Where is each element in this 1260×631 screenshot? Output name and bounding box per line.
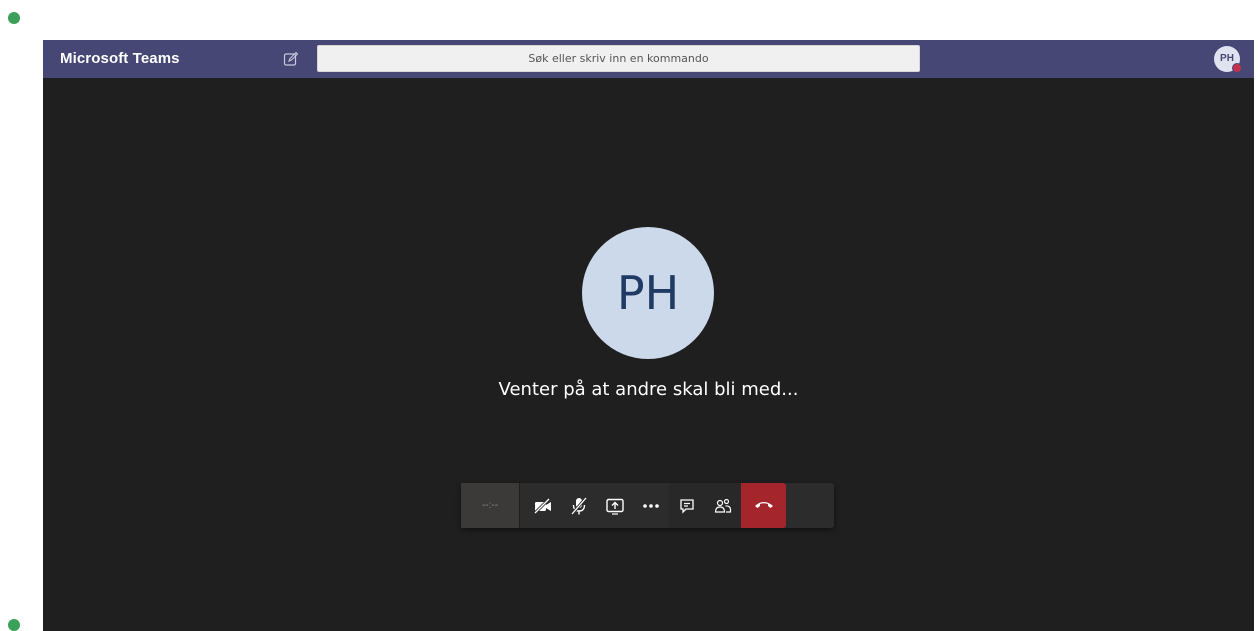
- call-timer: --:--: [461, 483, 520, 528]
- teams-window: Microsoft Teams Søk eller skriv inn en k…: [43, 40, 1254, 631]
- camera-off-icon: [533, 497, 553, 515]
- presence-badge: [1232, 63, 1242, 73]
- participants-button[interactable]: [705, 483, 741, 528]
- participants-icon: [713, 497, 733, 515]
- hang-up-button[interactable]: [741, 483, 786, 528]
- mute-button[interactable]: [561, 483, 597, 528]
- chat-icon: [678, 497, 696, 515]
- call-control-bar: --:--: [461, 483, 834, 528]
- title-bar: Microsoft Teams Søk eller skriv inn en k…: [43, 40, 1254, 78]
- status-dot-top: [8, 12, 20, 24]
- participant-avatar: PH: [582, 227, 714, 359]
- mic-off-icon: [570, 496, 588, 516]
- search-input[interactable]: Søk eller skriv inn en kommando: [317, 45, 920, 72]
- more-icon: [642, 503, 660, 509]
- media-controls: [520, 483, 669, 528]
- compose-icon[interactable]: [283, 51, 299, 67]
- camera-toggle-button[interactable]: [525, 483, 561, 528]
- share-screen-button[interactable]: [597, 483, 633, 528]
- more-actions-button[interactable]: [633, 483, 669, 528]
- chat-button[interactable]: [669, 483, 705, 528]
- share-screen-icon: [605, 497, 625, 515]
- collab-controls: [669, 483, 741, 528]
- status-dot-bottom: [8, 619, 20, 631]
- waiting-message: Venter på at andre skal bli med...: [498, 379, 799, 400]
- app-title: Microsoft Teams: [60, 50, 180, 67]
- hang-up-icon: [753, 497, 775, 515]
